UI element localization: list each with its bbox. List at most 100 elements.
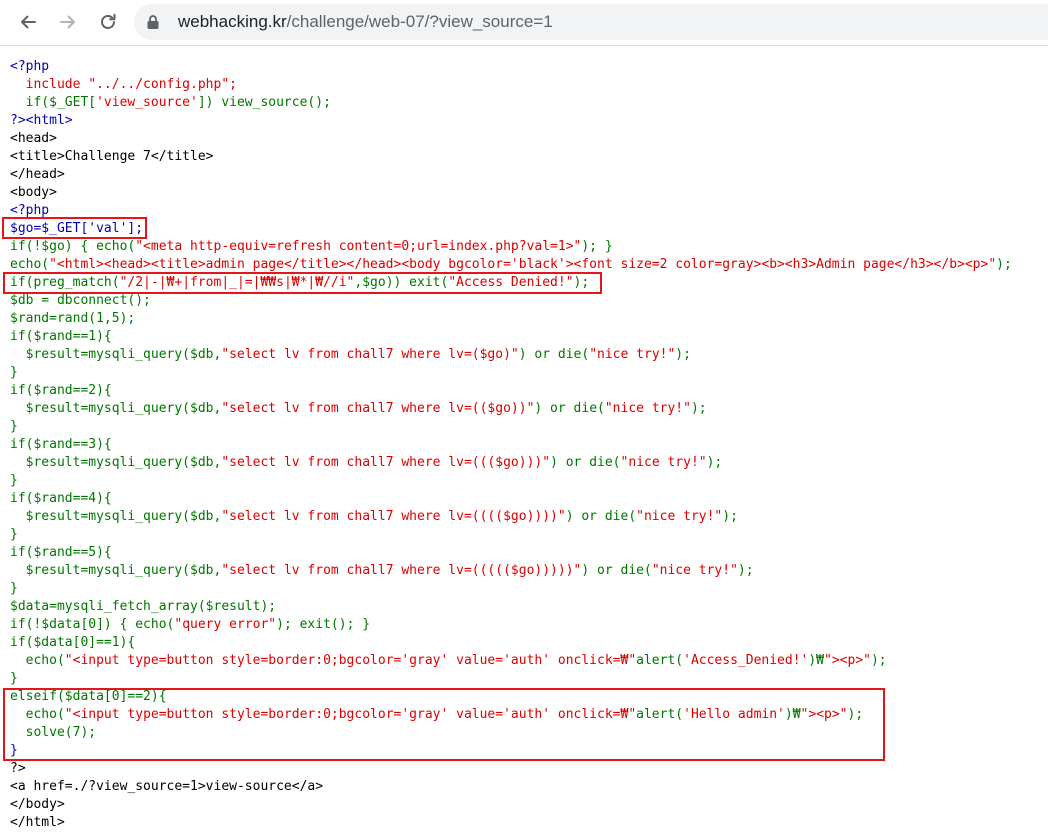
url-text[interactable]: webhacking.kr/challenge/web-07/?view_sou… [178,12,553,32]
source-line: if(preg_match("/2|-|₩+|from|_|=|₩₩s|₩*|₩… [10,274,1012,292]
source-line: echo("<input type=button style=border:0;… [10,652,1012,670]
lock-icon[interactable] [146,14,160,30]
code-token: ) or die( [550,455,621,470]
source-line: $data=mysqli_fetch_array($result); [10,599,277,614]
source-line: if(!$go) { echo("<meta http-equiv=refres… [10,238,1012,256]
reload-button[interactable] [94,8,122,36]
source-line: $result=mysqli_query($db,"select lv from… [10,508,1012,526]
code-token: if(preg_match( [10,275,120,290]
url-path: /challenge/web-07/?view_source=1 [286,12,553,31]
source-line: if($_GET['view_source']) view_source(); [10,94,1012,112]
code-token: )₩ [808,653,825,668]
forward-arrow-icon [60,15,75,29]
source-line: ?><html> [10,113,73,128]
source-line: echo("<html><head><title>admin page</tit… [10,256,1012,274]
code-token: ) or die( [534,401,605,416]
code-token: "nice try!" [589,347,676,362]
source-line: if($data[0]==1){ [10,635,136,650]
source-line: } [10,581,18,596]
code-token: $result=mysqli_query($db, [10,509,222,524]
code-token: 'view_source' [96,95,198,110]
code-token: $result=mysqli_query($db, [10,347,222,362]
source-line: <body> [10,185,57,200]
code-token: ); [675,347,691,362]
code-token: 'Hello admin' [683,707,785,722]
source-line: $result=mysqli_query($db,"select lv from… [10,454,1012,472]
code-token: if(!$data[0]) { echo( [10,617,175,632]
address-bar[interactable]: webhacking.kr/challenge/web-07/?view_sou… [134,4,1048,40]
source-line: $result=mysqli_query($db,"select lv from… [10,400,1012,418]
source-line: if($rand==1){ [10,329,112,344]
source-line: if($rand==4){ [10,491,112,506]
code-token: "query error" [174,617,277,632]
source-line: $result=mysqli_query($db,"select lv from… [10,346,1012,364]
code-token: "<meta http-equiv=refresh content=0;url=… [135,239,582,254]
source-line: solve(7); [10,725,97,740]
code-token: "select lv from chall7 where lv=((((($go… [221,563,582,578]
php-source-code: <?php include "../../config.php"; if($_G… [10,58,1012,832]
code-token: ); [870,653,887,668]
source-line: } [10,365,18,380]
source-line: } [10,473,18,488]
code-token: alert( [636,707,684,722]
code-token: "select lv from chall7 where lv=((($go))… [221,455,551,470]
source-line: <?php [10,203,50,218]
source-line: if($rand==2){ [10,383,112,398]
url-domain: webhacking.kr [178,12,287,31]
code-token: ); exit(); } [276,617,371,632]
code-token: ); [996,257,1012,272]
code-token: "<input type=button style=border:0;bgcol… [64,653,637,668]
source-line: $rand=rand(1,5); [10,311,136,326]
code-token: if(!$go) { echo( [10,239,136,254]
source-line: </html> [10,815,65,830]
code-token: echo( [10,707,65,722]
source-line: <?php [10,59,50,74]
code-token: ); [847,707,864,722]
code-token: $result=mysqli_query($db, [10,563,222,578]
code-token: ) or die( [518,347,590,362]
code-token: $result=mysqli_query($db, [10,401,222,416]
code-token: ); } [581,239,613,254]
code-token: ); [706,455,723,470]
reload-icon [101,13,116,29]
code-token: 'Access_Denied!' [683,653,809,668]
code-token: echo( [10,653,65,668]
code-token: "><p>" [824,653,871,668]
source-line: include "../../config.php"; [10,77,237,92]
code-token: "nice try!" [620,455,707,470]
code-token: ); [573,275,590,290]
source-line: elseif($data[0]==2){ [10,689,167,704]
back-arrow-icon [21,15,36,29]
forward-button[interactable] [54,8,82,36]
source-line: <a href=./?view_source=1>view-source</a> [10,779,324,794]
code-token: "Access Denied!" [448,275,574,290]
source-line: </body> [10,797,65,812]
source-line: } [10,671,18,686]
source-line: </head> [10,167,65,182]
code-token: if($_GET[ [10,95,97,110]
code-token: alert( [636,653,684,668]
code-token: ) or die( [565,509,637,524]
code-token: ,$go)) exit( [354,275,449,290]
code-token: ]) view_source(); [197,95,331,110]
browser-toolbar: webhacking.kr/challenge/web-07/?view_sou… [0,0,1048,46]
code-token: echo( [10,257,50,272]
code-token: ); [722,509,738,524]
source-line: echo("<input type=button style=border:0;… [10,706,1012,724]
source-line: } [10,743,18,758]
code-token: "select lv from chall7 where lv=($go)" [221,347,519,362]
source-line: $result=mysqli_query($db,"select lv from… [10,562,1012,580]
source-line: $db = dbconnect(); [10,293,151,308]
source-line: <head> [10,131,57,146]
source-line: if($rand==5){ [10,545,112,560]
code-token: "nice try!" [651,563,738,578]
code-token: "select lv from chall7 where lv=(((($go)… [221,509,566,524]
source-line: } [10,419,18,434]
back-button[interactable] [14,8,42,36]
code-token: "select lv from chall7 where lv=(($go))" [221,401,535,416]
code-token: ) or die( [581,563,652,578]
source-line: $go=$_GET['val']; [10,221,144,236]
code-token: "<html><head><title>admin page</title></… [49,257,997,272]
source-line: if($rand==3){ [10,437,112,452]
code-token: ); [690,401,707,416]
